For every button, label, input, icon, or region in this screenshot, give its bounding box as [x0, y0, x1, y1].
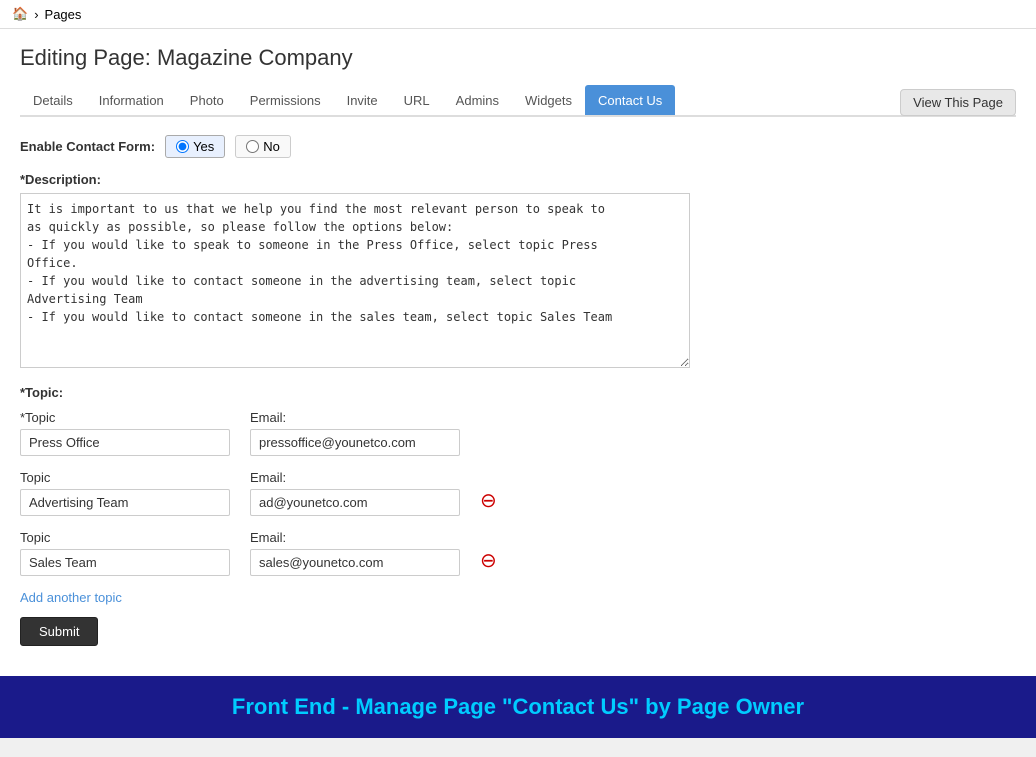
topic2-label: Topic — [20, 470, 230, 485]
tabs-bar: Details Information Photo Permissions In… — [20, 85, 1016, 117]
radio-yes-input[interactable] — [176, 140, 189, 153]
radio-yes-option[interactable]: Yes — [165, 135, 225, 158]
email-col-2: Email: — [250, 470, 460, 516]
description-textarea[interactable]: It is important to us that we help you f… — [20, 193, 690, 368]
footer-banner: Front End - Manage Page "Contact Us" by … — [0, 676, 1036, 738]
submit-button[interactable]: Submit — [20, 617, 98, 646]
email-col-1: Email: — [250, 410, 460, 456]
topic-row-3: Topic Email: ⊖ — [20, 530, 1016, 576]
topic3-input[interactable] — [20, 549, 230, 576]
breadcrumb-bar: 🏠 › Pages — [0, 0, 1036, 29]
topic-col-1: *Topic — [20, 410, 230, 456]
topic3-label: Topic — [20, 530, 230, 545]
topic-col-3: Topic — [20, 530, 230, 576]
breadcrumb-pages[interactable]: Pages — [45, 7, 82, 22]
email-col-3: Email: — [250, 530, 460, 576]
topic1-input[interactable] — [20, 429, 230, 456]
email1-label: Email: — [250, 410, 460, 425]
breadcrumb-sep: › — [34, 7, 38, 22]
tab-widgets[interactable]: Widgets — [512, 85, 585, 115]
tab-invite[interactable]: Invite — [334, 85, 391, 115]
tab-information[interactable]: Information — [86, 85, 177, 115]
radio-group: Yes No — [165, 135, 291, 158]
add-topic-link[interactable]: Add another topic — [20, 590, 122, 605]
radio-no-label: No — [263, 139, 280, 154]
tab-photo[interactable]: Photo — [177, 85, 237, 115]
footer-text: Front End - Manage Page "Contact Us" by … — [232, 694, 804, 719]
description-label: *Description: — [20, 172, 1016, 187]
tab-details[interactable]: Details — [20, 85, 86, 115]
email3-label: Email: — [250, 530, 460, 545]
radio-no-input[interactable] — [246, 140, 259, 153]
email2-input[interactable] — [250, 489, 460, 516]
email1-input[interactable] — [250, 429, 460, 456]
topic2-input[interactable] — [20, 489, 230, 516]
topic-col-2: Topic — [20, 470, 230, 516]
topic-section-label: *Topic: — [20, 385, 1016, 400]
topic-section: *Topic: *Topic Email: Topic Email: ⊖ — [20, 385, 1016, 646]
topic-row-2: Topic Email: ⊖ — [20, 470, 1016, 516]
radio-yes-label: Yes — [193, 139, 214, 154]
enable-contact-form-label: Enable Contact Form: — [20, 139, 155, 154]
email2-label: Email: — [250, 470, 460, 485]
enable-contact-form-row: Enable Contact Form: Yes No — [20, 135, 1016, 158]
remove-topic2-button[interactable]: ⊖ — [480, 491, 497, 511]
topic1-label: *Topic — [20, 410, 230, 425]
main-content: Editing Page: Magazine Company Details I… — [0, 29, 1036, 676]
enable-contact-form-section: Enable Contact Form: Yes No — [20, 135, 1016, 158]
view-this-page-button[interactable]: View This Page — [900, 89, 1016, 116]
email3-input[interactable] — [250, 549, 460, 576]
tab-admins[interactable]: Admins — [443, 85, 512, 115]
page-title: Editing Page: Magazine Company — [20, 45, 1016, 71]
tab-contact-us[interactable]: Contact Us — [585, 85, 675, 115]
tab-url[interactable]: URL — [391, 85, 443, 115]
remove-topic3-button[interactable]: ⊖ — [480, 551, 497, 571]
tabs-list: Details Information Photo Permissions In… — [20, 85, 1016, 115]
radio-no-option[interactable]: No — [235, 135, 291, 158]
topic-row-1: *Topic Email: — [20, 410, 1016, 456]
tab-permissions[interactable]: Permissions — [237, 85, 334, 115]
description-section: *Description: It is important to us that… — [20, 172, 1016, 371]
home-icon: 🏠 — [12, 6, 28, 22]
